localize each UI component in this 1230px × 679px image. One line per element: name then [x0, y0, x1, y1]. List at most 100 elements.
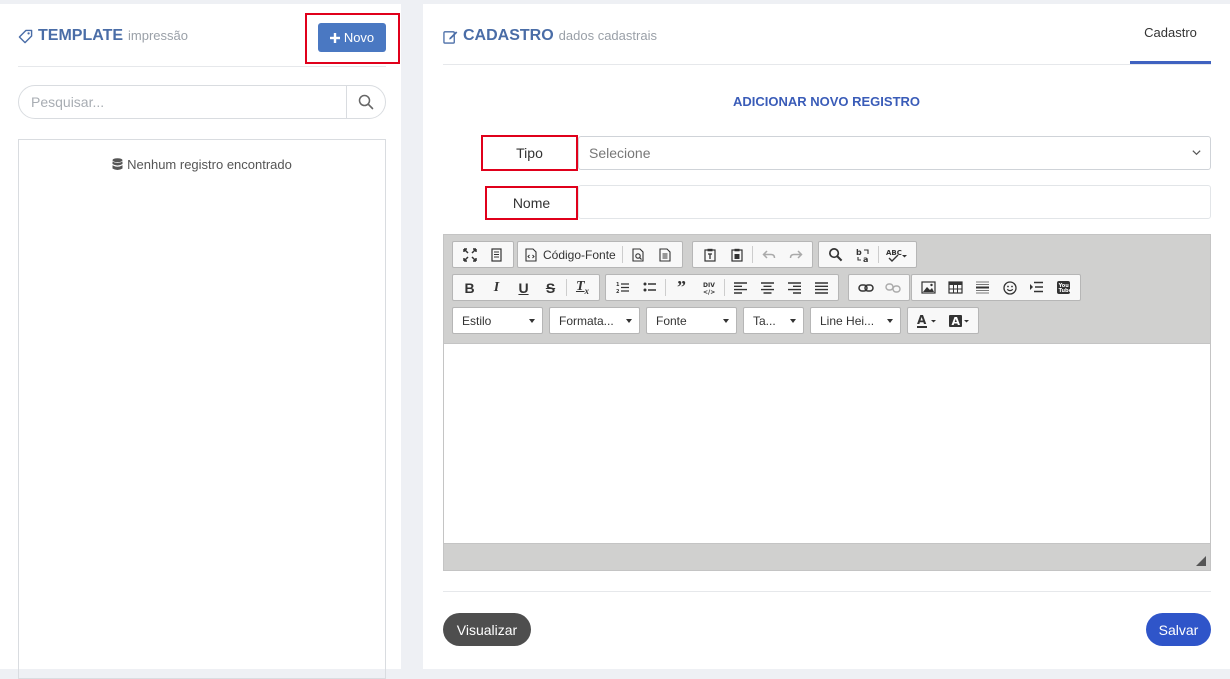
- redo-icon: [789, 249, 803, 259]
- svg-text:</>: </>: [703, 289, 715, 295]
- find-button[interactable]: [822, 243, 849, 266]
- align-center-button[interactable]: [754, 276, 781, 299]
- svg-text:2: 2: [616, 289, 620, 294]
- paste-word-icon: [730, 248, 743, 262]
- paste-text-button[interactable]: [696, 243, 723, 266]
- table-button[interactable]: [942, 276, 969, 299]
- toolbar-group-view: [452, 241, 514, 268]
- unlink-icon: [884, 282, 901, 293]
- nome-input[interactable]: [578, 185, 1211, 219]
- undo-button[interactable]: [755, 243, 782, 266]
- search-button[interactable]: [346, 86, 385, 118]
- link-button[interactable]: [852, 276, 879, 299]
- align-left-icon: [734, 281, 747, 294]
- editor-content-area[interactable]: [444, 343, 1210, 544]
- italic-icon: I: [493, 279, 500, 295]
- style-combo[interactable]: Estilo: [452, 307, 543, 334]
- source-button[interactable]: Código-Fonte: [521, 243, 620, 266]
- edit-icon: [443, 30, 458, 44]
- visualizar-button[interactable]: Visualizar: [443, 613, 531, 646]
- source-button-label: Código-Fonte: [543, 247, 616, 262]
- create-div-button[interactable]: DIV </>: [695, 276, 722, 299]
- maximize-button[interactable]: [456, 243, 483, 266]
- highlight-box-nome: [485, 186, 578, 220]
- tab-cadastro[interactable]: Cadastro: [1130, 4, 1211, 64]
- align-right-button[interactable]: [781, 276, 808, 299]
- dropdown-arrow-icon: [723, 319, 729, 323]
- image-button[interactable]: [915, 276, 942, 299]
- tag-icon: [18, 29, 33, 43]
- cadastro-panel: CADASTRO dados cadastrais Cadastro ADICI…: [423, 4, 1230, 669]
- font-combo[interactable]: Fonte: [646, 307, 737, 334]
- strike-button[interactable]: S: [537, 276, 564, 299]
- background-color-button[interactable]: A: [943, 309, 975, 332]
- table-icon: [948, 281, 963, 294]
- preview-button[interactable]: [625, 243, 652, 266]
- format-combo[interactable]: Formata...: [549, 307, 640, 334]
- replace-button[interactable]: ba: [849, 243, 876, 266]
- template-title: TEMPLATE impressão: [18, 27, 188, 45]
- horizontal-rule-button[interactable]: [969, 276, 996, 299]
- svg-text:A: A: [917, 313, 927, 327]
- template-title-text: TEMPLATE: [38, 27, 124, 44]
- youtube-button[interactable]: You Tube: [1050, 276, 1077, 299]
- svg-text:A: A: [952, 315, 961, 328]
- source-icon: [525, 247, 537, 262]
- unlink-button[interactable]: [879, 276, 906, 299]
- text-color-icon: A: [917, 313, 936, 328]
- maximize-icon: [462, 247, 477, 262]
- toolbar-separator: [752, 246, 753, 263]
- page-break-button[interactable]: [1023, 276, 1050, 299]
- smiley-button[interactable]: [996, 276, 1023, 299]
- document-icon: [659, 247, 671, 262]
- show-blocks-button[interactable]: [483, 243, 510, 266]
- toolbar-group-document: Código-Fonte: [517, 241, 683, 268]
- lineheight-combo[interactable]: Line Hei...: [810, 307, 901, 334]
- text-color-button[interactable]: A: [911, 309, 943, 332]
- chevron-down-icon: [1192, 150, 1201, 156]
- svg-text:a: a: [863, 255, 868, 263]
- undo-icon: [761, 249, 775, 259]
- link-icon: [857, 283, 874, 292]
- search-box: Pesquisar...: [18, 85, 386, 119]
- replace-icon: ba: [856, 248, 869, 263]
- toolbar-separator: [878, 246, 879, 263]
- toolbar-separator: [724, 279, 725, 296]
- paste-word-button[interactable]: [723, 243, 750, 266]
- font-combo-label: Fonte: [656, 313, 687, 328]
- blockquote-button[interactable]: ”: [668, 276, 695, 299]
- empty-state: Nenhum registro encontrado: [19, 157, 385, 172]
- toolbar-separator: [665, 279, 666, 296]
- size-combo-label: Ta...: [753, 313, 776, 328]
- bold-button[interactable]: B: [456, 276, 483, 299]
- align-right-icon: [788, 281, 801, 294]
- bold-icon: B: [464, 279, 475, 296]
- remove-format-icon: Tx: [575, 279, 590, 296]
- tipo-select[interactable]: Selecione: [578, 136, 1211, 170]
- remove-format-button[interactable]: Tx: [569, 276, 596, 299]
- resize-handle-icon[interactable]: [1196, 556, 1206, 566]
- underline-button[interactable]: U: [510, 276, 537, 299]
- redo-button[interactable]: [782, 243, 809, 266]
- templates-button[interactable]: [652, 243, 679, 266]
- toolbar-group-paragraph: 12 ” DIV </>: [605, 274, 839, 301]
- salvar-button[interactable]: Salvar: [1146, 613, 1211, 646]
- search-input[interactable]: Pesquisar...: [19, 94, 346, 110]
- dropdown-arrow-icon: [790, 319, 796, 323]
- show-blocks-icon: [490, 247, 502, 262]
- justify-button[interactable]: [808, 276, 835, 299]
- italic-button[interactable]: I: [483, 276, 510, 299]
- horizontal-rule-icon: [976, 281, 989, 294]
- template-subtitle: impressão: [128, 28, 188, 43]
- toolbar-group-insert: You Tube: [911, 274, 1081, 301]
- spellcheck-button[interactable]: ABC: [881, 243, 913, 266]
- bulleted-list-button[interactable]: [636, 276, 663, 299]
- numbered-list-button[interactable]: 12: [609, 276, 636, 299]
- align-left-button[interactable]: [727, 276, 754, 299]
- tipo-select-value: Selecione: [589, 145, 651, 161]
- toolbar-group-links: [848, 274, 910, 301]
- underline-icon: U: [518, 279, 529, 296]
- size-combo[interactable]: Ta...: [743, 307, 804, 334]
- toolbar-group-colors: A A: [907, 307, 979, 334]
- bulleted-list-icon: [643, 282, 656, 292]
